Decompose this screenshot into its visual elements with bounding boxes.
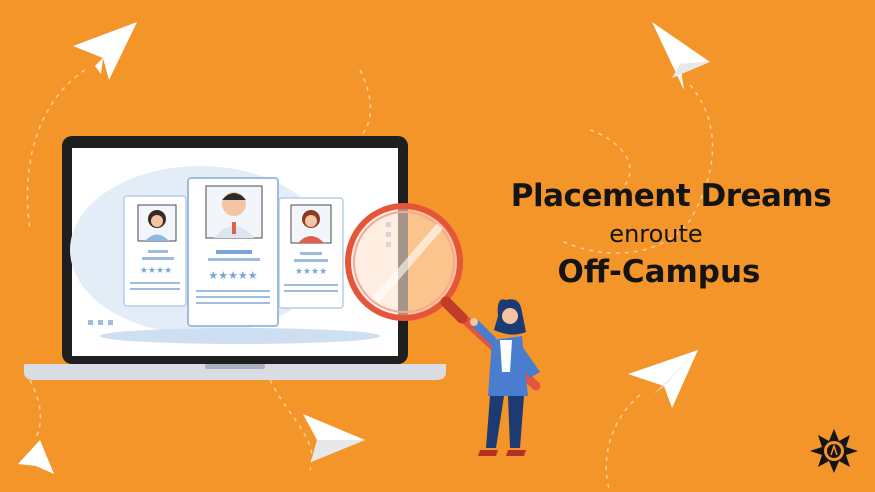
- headline: Placement Dreams enroute Off-Campus: [441, 176, 861, 292]
- paper-plane-icon: [652, 22, 710, 90]
- paper-plane-icon: [628, 350, 698, 408]
- profile-card: ★★★★: [278, 197, 344, 309]
- profile-card: ★★★★: [123, 195, 187, 307]
- headline-line-3: Off-Campus: [557, 254, 761, 290]
- profile-card: ★★★★★: [187, 177, 279, 327]
- headline-line-2: enroute: [609, 220, 703, 248]
- svg-text:★★★★★: ★★★★★: [208, 269, 257, 282]
- headline-line-1: Placement Dreams: [510, 178, 832, 214]
- paper-plane-icon: [303, 414, 365, 462]
- svg-text:★★★★: ★★★★: [140, 266, 172, 276]
- paper-plane-icon: [18, 440, 54, 474]
- logo-icon: [810, 429, 858, 473]
- banner: ★★★★ ★★★★ ★★★★★ Placement Dreams enroute…: [0, 0, 875, 492]
- svg-text:★★★★: ★★★★: [295, 267, 327, 277]
